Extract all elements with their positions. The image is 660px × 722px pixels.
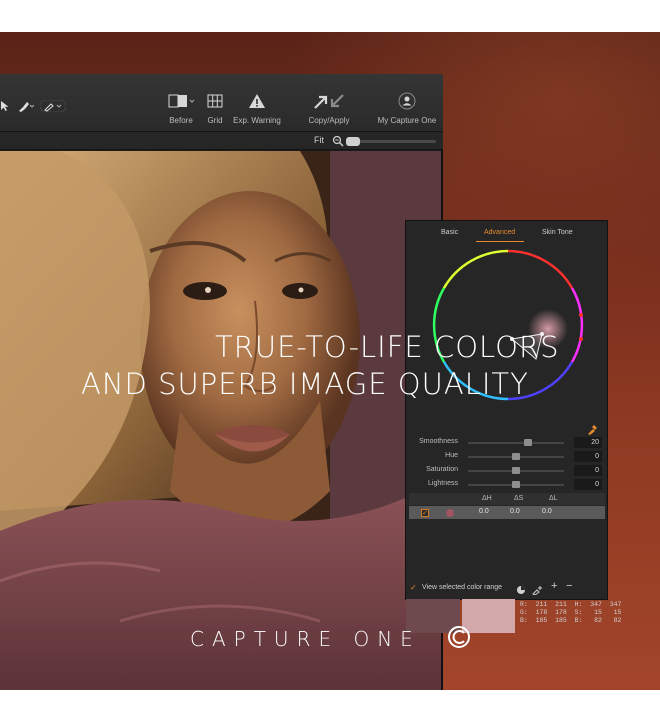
user-icon bbox=[372, 92, 442, 112]
brush-tool-icon[interactable] bbox=[18, 100, 35, 114]
range-color-swatch[interactable] bbox=[446, 509, 454, 517]
my-capture-one-button[interactable]: My Capture One bbox=[372, 92, 442, 125]
hue-value[interactable]: 0 bbox=[574, 451, 602, 462]
delta-header-row: ΔH ΔS ΔL bbox=[409, 493, 605, 505]
range-delta-s: 0.0 bbox=[510, 508, 520, 515]
portrait-photo bbox=[0, 151, 441, 690]
warning-icon bbox=[222, 92, 292, 112]
lightness-value[interactable]: 0 bbox=[574, 479, 602, 490]
active-tab-indicator bbox=[476, 241, 524, 242]
readout-b: B: 185 185 bbox=[520, 617, 567, 624]
view-selected-range-toggle[interactable]: ✓ View selected color range + − bbox=[410, 580, 606, 596]
lightness-slider[interactable]: Lightness 0 bbox=[406, 479, 609, 491]
tab-skin-tone[interactable]: Skin Tone bbox=[542, 229, 573, 236]
color-range-mode-icon[interactable] bbox=[516, 582, 526, 600]
smoothness-track[interactable] bbox=[468, 442, 564, 444]
my-capture-one-label: My Capture One bbox=[377, 116, 437, 125]
readout-g: G: 178 178 bbox=[520, 609, 567, 616]
smoothness-value[interactable]: 20 bbox=[574, 437, 602, 448]
picker-tool-icon[interactable] bbox=[39, 99, 67, 114]
add-point-picker-icon[interactable] bbox=[532, 582, 544, 600]
brand-wordmark: CAPTURE ONE bbox=[190, 627, 421, 651]
hue-label: Hue bbox=[445, 452, 458, 459]
tab-advanced[interactable]: Advanced bbox=[484, 229, 515, 236]
range-enabled-checkbox[interactable]: ✓ bbox=[421, 509, 429, 517]
tab-basic[interactable]: Basic bbox=[441, 229, 458, 236]
headline-line-1: TRUE-TO-LIFE COLORS bbox=[215, 330, 560, 364]
smoothness-thumb[interactable] bbox=[524, 439, 533, 446]
capture-one-logo-icon bbox=[447, 625, 471, 654]
fit-button[interactable]: Fit bbox=[314, 135, 324, 145]
hue-thumb[interactable] bbox=[512, 453, 520, 460]
delta-s-header: ΔS bbox=[514, 495, 524, 502]
zoom-bar: Fit bbox=[0, 132, 443, 150]
promo-poster: Before Grid Exp. Warning Copy/Apply My C… bbox=[0, 32, 660, 690]
readout-h: H: 347 347 bbox=[574, 601, 622, 608]
range-delta-l: 0.0 bbox=[542, 508, 552, 515]
view-range-checkmark-icon[interactable]: ✓ bbox=[410, 583, 417, 592]
color-editor-panel: Basic Advanced Skin Tone Smoothness 20 H… bbox=[405, 220, 621, 633]
delta-h-header: ΔH bbox=[482, 495, 492, 502]
readout-r: R: 211 211 bbox=[520, 601, 567, 608]
headline-line-2: AND SUPERB IMAGE QUALITY bbox=[81, 367, 529, 401]
view-range-label: View selected color range bbox=[422, 584, 503, 591]
exp-warning-button[interactable]: Exp. Warning bbox=[222, 92, 292, 125]
hue-slider[interactable]: Hue 0 bbox=[406, 451, 609, 463]
range-delta-h: 0.0 bbox=[479, 508, 489, 515]
saturation-value[interactable]: 0 bbox=[574, 465, 602, 476]
smoothness-label: Smoothness bbox=[419, 438, 458, 445]
add-range-icon[interactable]: + bbox=[551, 580, 557, 592]
color-readout: R: 211 211 H: 347 347 G: 178 178 S: 15 1… bbox=[520, 601, 621, 625]
toolbar: Before Grid Exp. Warning Copy/Apply My C… bbox=[0, 74, 443, 132]
saturation-label: Saturation bbox=[426, 466, 458, 473]
color-editor-tabs: Basic Advanced Skin Tone bbox=[406, 229, 609, 245]
readout-bb: B: 82 82 bbox=[574, 617, 622, 624]
exp-warning-label: Exp. Warning bbox=[233, 116, 281, 125]
cursor-tool-icon[interactable] bbox=[0, 100, 10, 114]
copy-apply-button[interactable]: Copy/Apply bbox=[294, 92, 364, 125]
lightness-thumb[interactable] bbox=[512, 481, 520, 488]
lightness-label: Lightness bbox=[428, 480, 458, 487]
color-range-row[interactable]: ✓ 0.0 0.0 0.0 bbox=[409, 506, 605, 519]
remove-range-icon[interactable]: − bbox=[566, 580, 572, 592]
saturation-thumb[interactable] bbox=[512, 467, 520, 474]
copy-apply-label: Copy/Apply bbox=[308, 116, 350, 125]
saturation-slider[interactable]: Saturation 0 bbox=[406, 465, 609, 477]
zoom-slider-thumb[interactable] bbox=[346, 137, 360, 146]
copy-apply-icon bbox=[294, 92, 364, 112]
smoothness-slider[interactable]: Smoothness 20 bbox=[406, 437, 609, 449]
zoom-out-icon[interactable] bbox=[332, 134, 344, 152]
readout-s: S: 15 15 bbox=[574, 609, 622, 616]
delta-l-header: ΔL bbox=[549, 495, 558, 502]
